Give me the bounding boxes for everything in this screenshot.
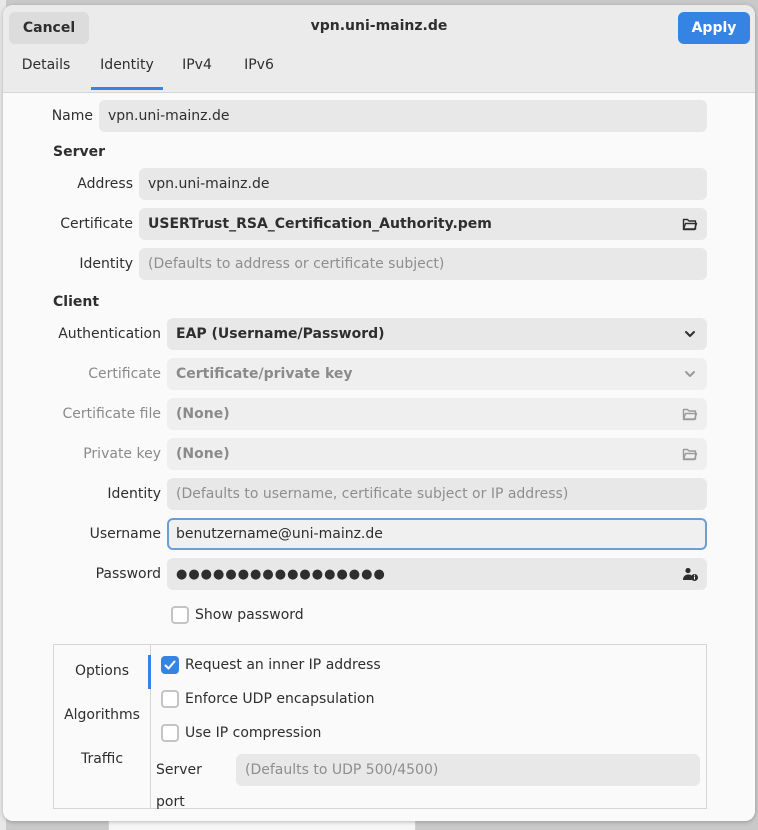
user-info-icon[interactable] xyxy=(682,566,698,582)
tab-ipv4[interactable]: IPv4 xyxy=(175,57,219,89)
server-address-input[interactable]: vpn.uni-mainz.de xyxy=(139,168,707,200)
checkmark-icon xyxy=(164,660,176,670)
server-heading: Server xyxy=(53,144,106,160)
tab-ipv6[interactable]: IPv6 xyxy=(237,57,281,89)
client-identity-label: Identity xyxy=(107,486,161,502)
vpn-settings-dialog: Cancel vpn.uni-mainz.de Apply Details Id… xyxy=(3,5,755,821)
server-certificate-chooser[interactable]: USERTrust_RSA_Certification_Authority.pe… xyxy=(139,208,707,240)
client-certificate-label: Certificate xyxy=(88,366,161,382)
dialog-title: vpn.uni-mainz.de xyxy=(310,18,448,34)
show-password-label: Show password xyxy=(195,607,304,623)
chevron-down-icon xyxy=(685,371,695,377)
private-key-chooser[interactable]: (None) xyxy=(167,438,707,470)
folder-open-icon xyxy=(682,408,698,421)
name-input[interactable]: vpn.uni-mainz.de xyxy=(99,100,707,132)
server-port-input[interactable]: (Defaults to UDP 500/4500) xyxy=(236,754,700,786)
tab-identity[interactable]: Identity xyxy=(91,57,163,90)
server-certificate-label: Certificate xyxy=(60,216,133,232)
authentication-dropdown[interactable]: EAP (Username/Password) xyxy=(167,318,707,350)
certificate-file-label: Certificate file xyxy=(62,406,162,422)
request-inner-ip-checkbox[interactable] xyxy=(161,656,179,674)
request-inner-ip-label: Request an inner IP address xyxy=(185,657,381,673)
stack-item-options[interactable]: Options xyxy=(54,655,151,689)
username-label: Username xyxy=(89,526,161,542)
options-stack-sidebar: Options Algorithms Traffic xyxy=(54,645,151,808)
name-label: Name xyxy=(51,108,93,124)
server-identity-input[interactable]: (Defaults to address or certificate subj… xyxy=(139,248,707,280)
ip-compression-checkbox[interactable] xyxy=(161,724,179,742)
certificate-file-chooser[interactable]: (None) xyxy=(167,398,707,430)
folder-open-icon xyxy=(682,448,698,461)
show-password-checkbox[interactable] xyxy=(171,606,189,624)
options-panel: Options Algorithms Traffic Request an in… xyxy=(53,644,707,810)
header-bar: Cancel vpn.uni-mainz.de Apply Details Id… xyxy=(3,5,755,93)
password-input[interactable]: ●●●●●●●●●●●●●●●●● xyxy=(167,558,707,590)
server-port-label: Server port xyxy=(156,762,202,810)
ip-compression-label: Use IP compression xyxy=(185,725,322,741)
authentication-label: Authentication xyxy=(58,326,161,342)
enforce-udp-checkbox[interactable] xyxy=(161,690,179,708)
folder-open-icon xyxy=(682,218,698,231)
password-label: Password xyxy=(95,566,161,582)
chevron-down-icon xyxy=(685,331,695,337)
server-identity-label: Identity xyxy=(79,256,133,272)
client-certificate-dropdown[interactable]: Certificate/private key xyxy=(167,358,707,390)
stack-item-traffic[interactable]: Traffic xyxy=(54,751,150,767)
enforce-udp-label: Enforce UDP encapsulation xyxy=(185,691,375,707)
cancel-button[interactable]: Cancel xyxy=(9,12,89,44)
stack-item-algorithms[interactable]: Algorithms xyxy=(54,707,150,723)
client-heading: Client xyxy=(53,294,100,310)
client-identity-input[interactable]: (Defaults to username, certificate subje… xyxy=(167,478,707,510)
tab-details[interactable]: Details xyxy=(15,57,77,89)
apply-button[interactable]: Apply xyxy=(678,12,750,44)
username-input[interactable]: benutzername@uni-mainz.de xyxy=(167,518,707,550)
server-address-label: Address xyxy=(77,176,133,192)
private-key-label: Private key xyxy=(83,446,161,462)
